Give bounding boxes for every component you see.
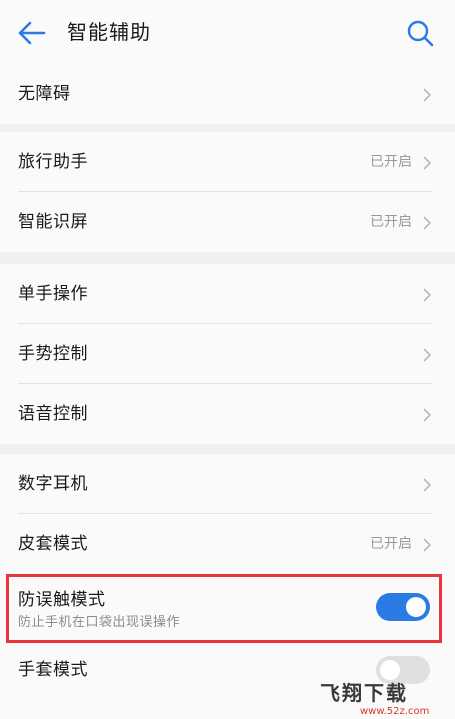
watermark-url: www.52z.com xyxy=(360,706,429,717)
list-item-cover-mode[interactable]: 皮套模式 已开启 xyxy=(0,514,455,574)
chevron-right-icon xyxy=(423,216,431,230)
search-icon[interactable] xyxy=(404,18,436,48)
item-label: 无障碍 xyxy=(18,84,71,104)
list-item-digital-earphone[interactable]: 数字耳机 xyxy=(0,454,455,514)
page-title: 智能辅助 xyxy=(67,20,151,44)
chevron-right-icon xyxy=(423,408,431,422)
settings-group-controls: 单手操作 手势控制 语音控制 xyxy=(0,264,455,444)
status-text: 已开启 xyxy=(370,214,412,230)
item-label: 语音控制 xyxy=(18,404,88,424)
list-item-travel-assistant[interactable]: 旅行助手 已开启 xyxy=(0,132,455,192)
item-label: 手势控制 xyxy=(18,344,88,364)
item-label: 皮套模式 xyxy=(18,534,88,554)
item-label: 单手操作 xyxy=(18,284,88,304)
settings-group-accessibility: 无障碍 xyxy=(0,64,455,124)
list-item-voice-control[interactable]: 语音控制 xyxy=(0,384,455,444)
site-watermark: 飞翔下载 www.52z.com xyxy=(320,681,429,717)
highlight-box xyxy=(6,574,442,643)
list-item-smart-screen-recognition[interactable]: 智能识屏 已开启 xyxy=(0,192,455,252)
list-item-gesture-control[interactable]: 手势控制 xyxy=(0,324,455,384)
chevron-right-icon xyxy=(423,348,431,362)
item-label: 智能识屏 xyxy=(18,212,88,232)
status-text: 已开启 xyxy=(370,154,412,170)
watermark-text: 飞翔下载 xyxy=(320,681,408,705)
item-label: 手套模式 xyxy=(18,660,88,680)
list-item-accessibility[interactable]: 无障碍 xyxy=(0,64,455,124)
item-label: 旅行助手 xyxy=(18,152,88,172)
app-header: 智能辅助 xyxy=(0,0,455,65)
arrow-left-icon[interactable] xyxy=(14,18,48,48)
settings-group-assistant: 旅行助手 已开启 智能识屏 已开启 xyxy=(0,132,455,252)
chevron-right-icon xyxy=(423,88,431,102)
list-item-one-hand-mode[interactable]: 单手操作 xyxy=(0,264,455,324)
chevron-right-icon xyxy=(423,478,431,492)
chevron-right-icon xyxy=(423,156,431,170)
chevron-right-icon xyxy=(423,288,431,302)
status-text: 已开启 xyxy=(370,536,412,552)
item-label: 数字耳机 xyxy=(18,474,88,494)
chevron-right-icon xyxy=(423,538,431,552)
